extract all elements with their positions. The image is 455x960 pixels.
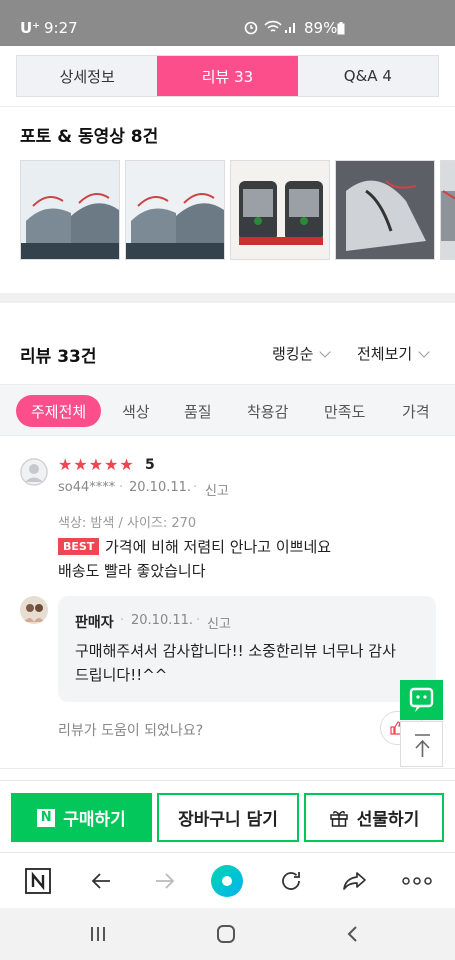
review-photo[interactable] (125, 160, 225, 260)
seller-reply-line1: 구매해주셔서 감사합니다!! 소중한리뷰 너무나 감사 (75, 642, 396, 660)
product-tabs: 상세정보 리뷰 33 Q&A 4 (16, 55, 439, 97)
wifi-icon (264, 19, 282, 39)
review-text-line2: 배송도 빨라 좋았습니다 (58, 562, 206, 580)
buy-button[interactable]: N 구매하기 (11, 793, 152, 842)
star-icon: ★ (58, 455, 73, 474)
star-icon: ★ (88, 455, 104, 474)
reviews-count-title: 리뷰 33건 (20, 347, 97, 367)
buy-label: 구매하기 (63, 810, 126, 830)
topic-price[interactable]: 가격 (402, 395, 430, 427)
separator-dot: · (119, 480, 124, 495)
separator-dot: · (193, 480, 198, 495)
browser-toolbar (0, 852, 455, 908)
system-nav-bar (0, 908, 455, 960)
tab-reviews[interactable]: 리뷰 33 (157, 56, 298, 96)
chat-icon (409, 687, 434, 712)
review-author: so44**** (58, 480, 116, 495)
home-icon[interactable] (215, 923, 237, 949)
seller-name: 판매자 (75, 615, 114, 631)
naver-pay-icon: N (37, 808, 56, 827)
review-photo[interactable] (230, 160, 330, 260)
recent-apps-icon[interactable] (89, 924, 107, 948)
avatar (20, 458, 48, 486)
clock: 9:27 (44, 19, 78, 37)
sort-label: 랭킹순 (272, 345, 314, 363)
sort-dropdown[interactable]: 랭킹순 (272, 343, 332, 364)
star-icon: ★ (73, 455, 88, 474)
photo-section-title: 포토 & 동영상 8건 (20, 127, 159, 147)
topic-all[interactable]: 주제전체 (16, 395, 102, 427)
filter-dropdown[interactable]: 전체보기 (357, 343, 430, 364)
gift-label: 선물하기 (356, 810, 420, 830)
naver-n-icon[interactable] (22, 865, 54, 897)
divider (0, 106, 455, 107)
seller-report-link[interactable]: 신고 (207, 613, 231, 632)
topic-fit[interactable]: 착용감 (247, 395, 288, 427)
refresh-icon[interactable] (275, 865, 307, 897)
review-photo[interactable] (335, 160, 435, 260)
filter-label: 전체보기 (357, 345, 413, 363)
review-photo[interactable] (440, 160, 455, 260)
separator-dot: · (120, 613, 125, 628)
topic-quality[interactable]: 품질 (184, 395, 212, 427)
seller-reply-date: 20.10.11. (131, 613, 194, 628)
chevron-down-icon (319, 345, 332, 358)
tab-detail[interactable]: 상세정보 (17, 56, 157, 96)
review-option: 색상: 밤색 / 사이즈: 270 (58, 516, 197, 531)
rating-stars: ★ ★ ★ ★ ★ (58, 457, 134, 473)
battery-icon (337, 21, 345, 39)
star-icon: ★ (119, 455, 134, 474)
purchase-action-bar: N 구매하기 장바구니 담기 선물하기 (0, 780, 455, 852)
review-text-line1: 가격에 비해 저렴티 안나고 이쁘네요 (105, 538, 332, 556)
helpful-question: 리뷰가 도움이 되었나요? (58, 723, 204, 739)
topic-filter-bar: 주제전체 색상 품질 착용감 만족도 가격 (0, 384, 455, 436)
chevron-down-icon (418, 345, 430, 358)
carrier-label: U⁺ (20, 19, 41, 37)
home-dot-icon[interactable] (211, 865, 243, 897)
signal-icon (284, 20, 298, 38)
forward-icon[interactable] (149, 865, 181, 897)
report-link[interactable]: 신고 (205, 480, 229, 499)
rating-score: 5 (145, 457, 155, 473)
tab-qna[interactable]: Q&A 4 (298, 56, 438, 96)
seller-avatar (20, 596, 48, 624)
arrow-up-icon (415, 734, 430, 757)
topic-color[interactable]: 색상 (122, 395, 150, 427)
separator-dot: · (196, 613, 201, 628)
scroll-top-button[interactable] (400, 721, 443, 767)
status-bar: U⁺ 9:27 89% (0, 0, 455, 46)
section-divider (0, 293, 455, 303)
gift-button[interactable]: 선물하기 (304, 793, 444, 842)
seller-reply-line2: 드립니다!!^^ (75, 666, 168, 684)
star-icon: ★ (104, 455, 119, 474)
add-to-cart-button[interactable]: 장바구니 담기 (157, 793, 299, 842)
best-badge: BEST (58, 538, 100, 555)
alarm-icon (243, 19, 259, 39)
battery-percent: 89% (304, 19, 338, 37)
gift-icon (329, 810, 348, 827)
nav-back-icon[interactable] (345, 924, 359, 948)
back-icon[interactable] (85, 865, 117, 897)
review-date: 20.10.11. (129, 480, 192, 495)
divider (0, 768, 455, 769)
more-icon[interactable] (401, 865, 433, 897)
talk-talk-button[interactable] (400, 680, 443, 720)
share-icon[interactable] (339, 865, 371, 897)
review-photo[interactable] (20, 160, 120, 260)
topic-satisfaction[interactable]: 만족도 (324, 395, 365, 427)
